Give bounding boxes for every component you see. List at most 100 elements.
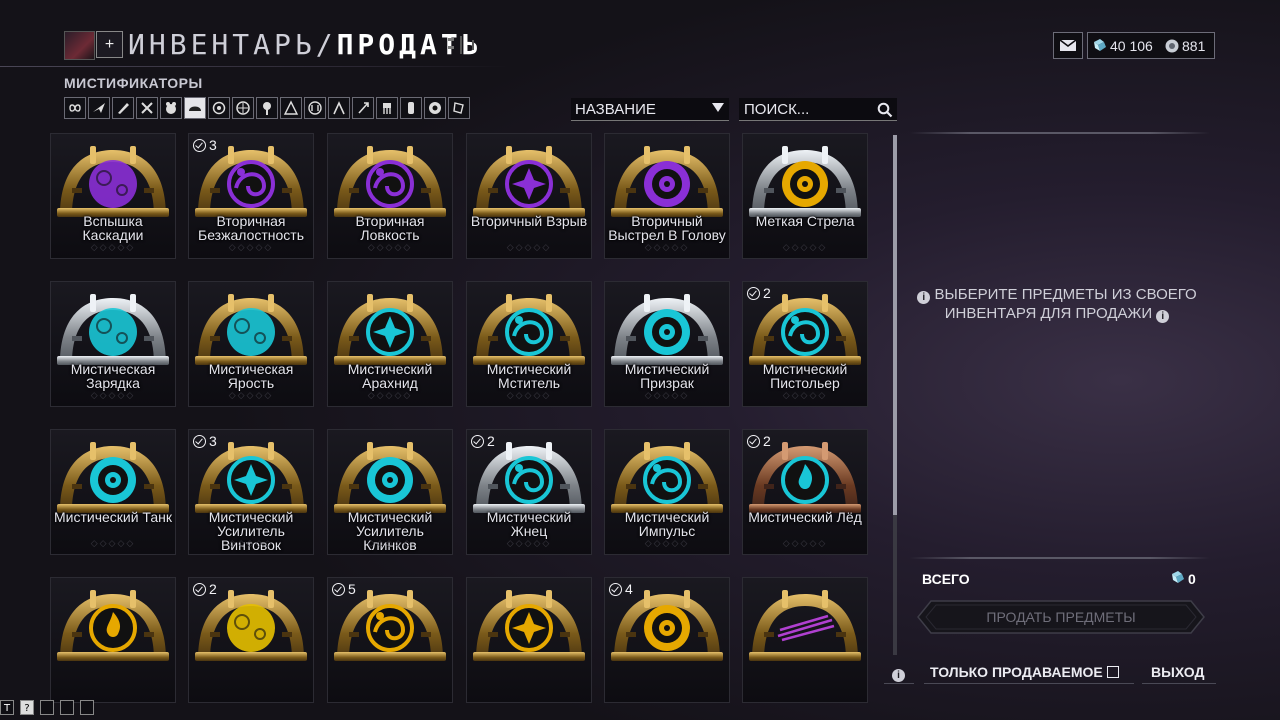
mod-card[interactable]: Мистический Импульс ◇◇◇◇◇ bbox=[604, 429, 730, 555]
platinum-icon bbox=[1172, 571, 1184, 583]
kubrow-icon bbox=[263, 102, 271, 115]
mod-card[interactable]: 5 bbox=[327, 577, 453, 703]
mod-card[interactable]: Мистический Мститель ◇◇◇◇◇ bbox=[466, 281, 592, 407]
filter-riven[interactable] bbox=[424, 97, 446, 119]
sell-items-button[interactable]: ПРОДАТЬ ПРЕДМЕТЫ bbox=[917, 600, 1205, 634]
filter-sentinel[interactable] bbox=[184, 97, 206, 119]
filter-tome[interactable] bbox=[400, 97, 422, 119]
mod-rank-icon: ◇◇◇◇◇ bbox=[90, 242, 136, 252]
mod-card[interactable]: Мистический Танк ◇◇◇◇◇ bbox=[50, 429, 176, 555]
mod-card[interactable] bbox=[742, 577, 868, 703]
filter-arch-gun[interactable] bbox=[352, 97, 374, 119]
sort-dropdown[interactable]: НАЗВАНИЕ bbox=[571, 98, 729, 121]
filter-necramech[interactable] bbox=[328, 97, 350, 119]
filter-secondary[interactable] bbox=[112, 97, 134, 119]
mod-art-icon bbox=[611, 442, 723, 513]
mod-card[interactable]: Вторичный Выстрел В Голову ◇◇◇◇◇ bbox=[604, 133, 730, 259]
mod-rank-icon: ◇◇◇◇◇ bbox=[506, 538, 552, 548]
filter-infinity[interactable] bbox=[64, 97, 86, 119]
sell-items-label: ПРОДАТЬ ПРЕДМЕТЫ bbox=[986, 609, 1136, 625]
mod-card[interactable]: Вспышка Каскадии ◇◇◇◇◇ bbox=[50, 133, 176, 259]
mod-card[interactable]: Мистическая Ярость ◇◇◇◇◇ bbox=[188, 281, 314, 407]
mod-card[interactable]: Меткая Стрела ◇◇◇◇◇ bbox=[742, 133, 868, 259]
archwing-icon bbox=[212, 101, 226, 115]
filter-primary[interactable] bbox=[88, 97, 110, 119]
mod-rank-icon: ◇◇◇◇◇ bbox=[367, 390, 413, 400]
mod-card[interactable]: Мистическая Зарядка ◇◇◇◇◇ bbox=[50, 281, 176, 407]
owned-count-badge: 2 bbox=[747, 285, 771, 301]
mod-name: Мистический Мститель bbox=[486, 361, 572, 391]
exit-label: ВЫХОД bbox=[1151, 664, 1205, 680]
filter-ship[interactable] bbox=[280, 97, 302, 119]
exit-button[interactable]: ВЫХОД bbox=[1151, 660, 1204, 684]
mod-art-icon bbox=[749, 146, 861, 217]
filter-melee[interactable] bbox=[136, 97, 158, 119]
mod-art-icon bbox=[749, 590, 861, 661]
mod-name: Мистический Импульс bbox=[624, 509, 710, 539]
checkbox-icon[interactable] bbox=[1106, 666, 1119, 678]
owned-count-badge: 3 bbox=[193, 433, 217, 449]
search-icon[interactable] bbox=[877, 102, 893, 118]
grid-scrollbar[interactable] bbox=[893, 135, 897, 655]
endo-icon bbox=[1165, 39, 1179, 53]
mod-rank-icon: ◇◇◇◇◇ bbox=[90, 538, 136, 548]
mod-card[interactable]: 4 bbox=[604, 577, 730, 703]
tome-icon bbox=[408, 102, 414, 114]
bottom-divider bbox=[884, 683, 914, 684]
owned-count: 4 bbox=[625, 581, 633, 597]
filter-kubrow[interactable] bbox=[256, 97, 278, 119]
mod-art-icon bbox=[195, 590, 307, 661]
mod-card[interactable]: 2 bbox=[188, 577, 314, 703]
mod-card[interactable]: Мистический Призрак ◇◇◇◇◇ bbox=[604, 281, 730, 407]
mod-name: Мистический Призрак bbox=[624, 361, 710, 391]
mod-name: Вторичная Ловкость bbox=[355, 213, 425, 243]
debug-key[interactable]: T bbox=[0, 700, 14, 715]
mod-art-icon bbox=[195, 146, 307, 217]
mod-name: Вторичный Взрыв bbox=[470, 213, 588, 229]
mod-art-icon bbox=[749, 442, 861, 513]
debug-key[interactable]: ? bbox=[20, 700, 34, 715]
mod-name: Мистическая Зарядка bbox=[70, 361, 156, 391]
debug-key[interactable] bbox=[40, 700, 54, 715]
mod-art-icon bbox=[611, 146, 723, 217]
only-sellable-toggle[interactable]: ТОЛЬКО ПРОДАВАЕМОЕ bbox=[930, 660, 1119, 684]
mod-card[interactable] bbox=[466, 577, 592, 703]
page-title: ИНВЕНТАРЬ/ПРОДАТЬ bbox=[128, 28, 483, 62]
debug-key[interactable] bbox=[60, 700, 74, 715]
melee-icon bbox=[141, 102, 153, 114]
add-button[interactable]: + bbox=[96, 31, 123, 58]
filter-amp[interactable] bbox=[376, 97, 398, 119]
profile-avatar[interactable] bbox=[64, 31, 95, 60]
debug-key[interactable] bbox=[80, 700, 94, 715]
mod-name: Мистический Лёд bbox=[748, 509, 862, 525]
mail-icon bbox=[1059, 39, 1077, 51]
mod-card[interactable]: Мистический Лёд ◇◇◇◇◇ 2 bbox=[742, 429, 868, 555]
mod-art-icon bbox=[334, 146, 446, 217]
filter-parazon[interactable] bbox=[304, 97, 326, 119]
panel-divider-top bbox=[910, 132, 1210, 134]
mod-card[interactable]: Мистический Усилитель Клинков ◇◇◇◇◇ bbox=[327, 429, 453, 555]
mod-card[interactable]: Вторичная Ловкость ◇◇◇◇◇ bbox=[327, 133, 453, 259]
mod-card[interactable] bbox=[50, 577, 176, 703]
mod-rank-icon: ◇◇◇◇◇ bbox=[506, 390, 552, 400]
mod-card[interactable]: Мистический Арахнид ◇◇◇◇◇ bbox=[327, 281, 453, 407]
mod-card[interactable]: Вторичный Взрыв ◇◇◇◇◇ bbox=[466, 133, 592, 259]
inbox-button[interactable] bbox=[1053, 32, 1083, 59]
filter-aura[interactable] bbox=[448, 97, 470, 119]
mod-card[interactable]: Мистический Пистольер ◇◇◇◇◇ 2 bbox=[742, 281, 868, 407]
info-button[interactable]: i bbox=[892, 660, 905, 684]
mod-card[interactable]: Мистический Жнец ◇◇◇◇◇ 2 bbox=[466, 429, 592, 555]
mod-card[interactable]: Вторичная Безжалостность ◇◇◇◇◇ 3 bbox=[188, 133, 314, 259]
mod-card[interactable]: Мистический Усилитель Винтовок ◇◇◇◇◇ 3 bbox=[188, 429, 314, 555]
mod-art-icon bbox=[57, 590, 169, 661]
filter-robotic[interactable] bbox=[232, 97, 254, 119]
mod-rank-icon: ◇◇◇◇◇ bbox=[367, 242, 413, 252]
mod-name: Мистический Арахнид bbox=[347, 361, 433, 391]
info-icon: i bbox=[917, 291, 931, 304]
scrollbar-thumb[interactable] bbox=[893, 135, 897, 515]
filter-archwing[interactable] bbox=[208, 97, 230, 119]
owned-count: 2 bbox=[487, 433, 495, 449]
bottom-divider bbox=[924, 683, 1134, 684]
filter-companion[interactable] bbox=[160, 97, 182, 119]
search-input[interactable] bbox=[739, 98, 897, 121]
